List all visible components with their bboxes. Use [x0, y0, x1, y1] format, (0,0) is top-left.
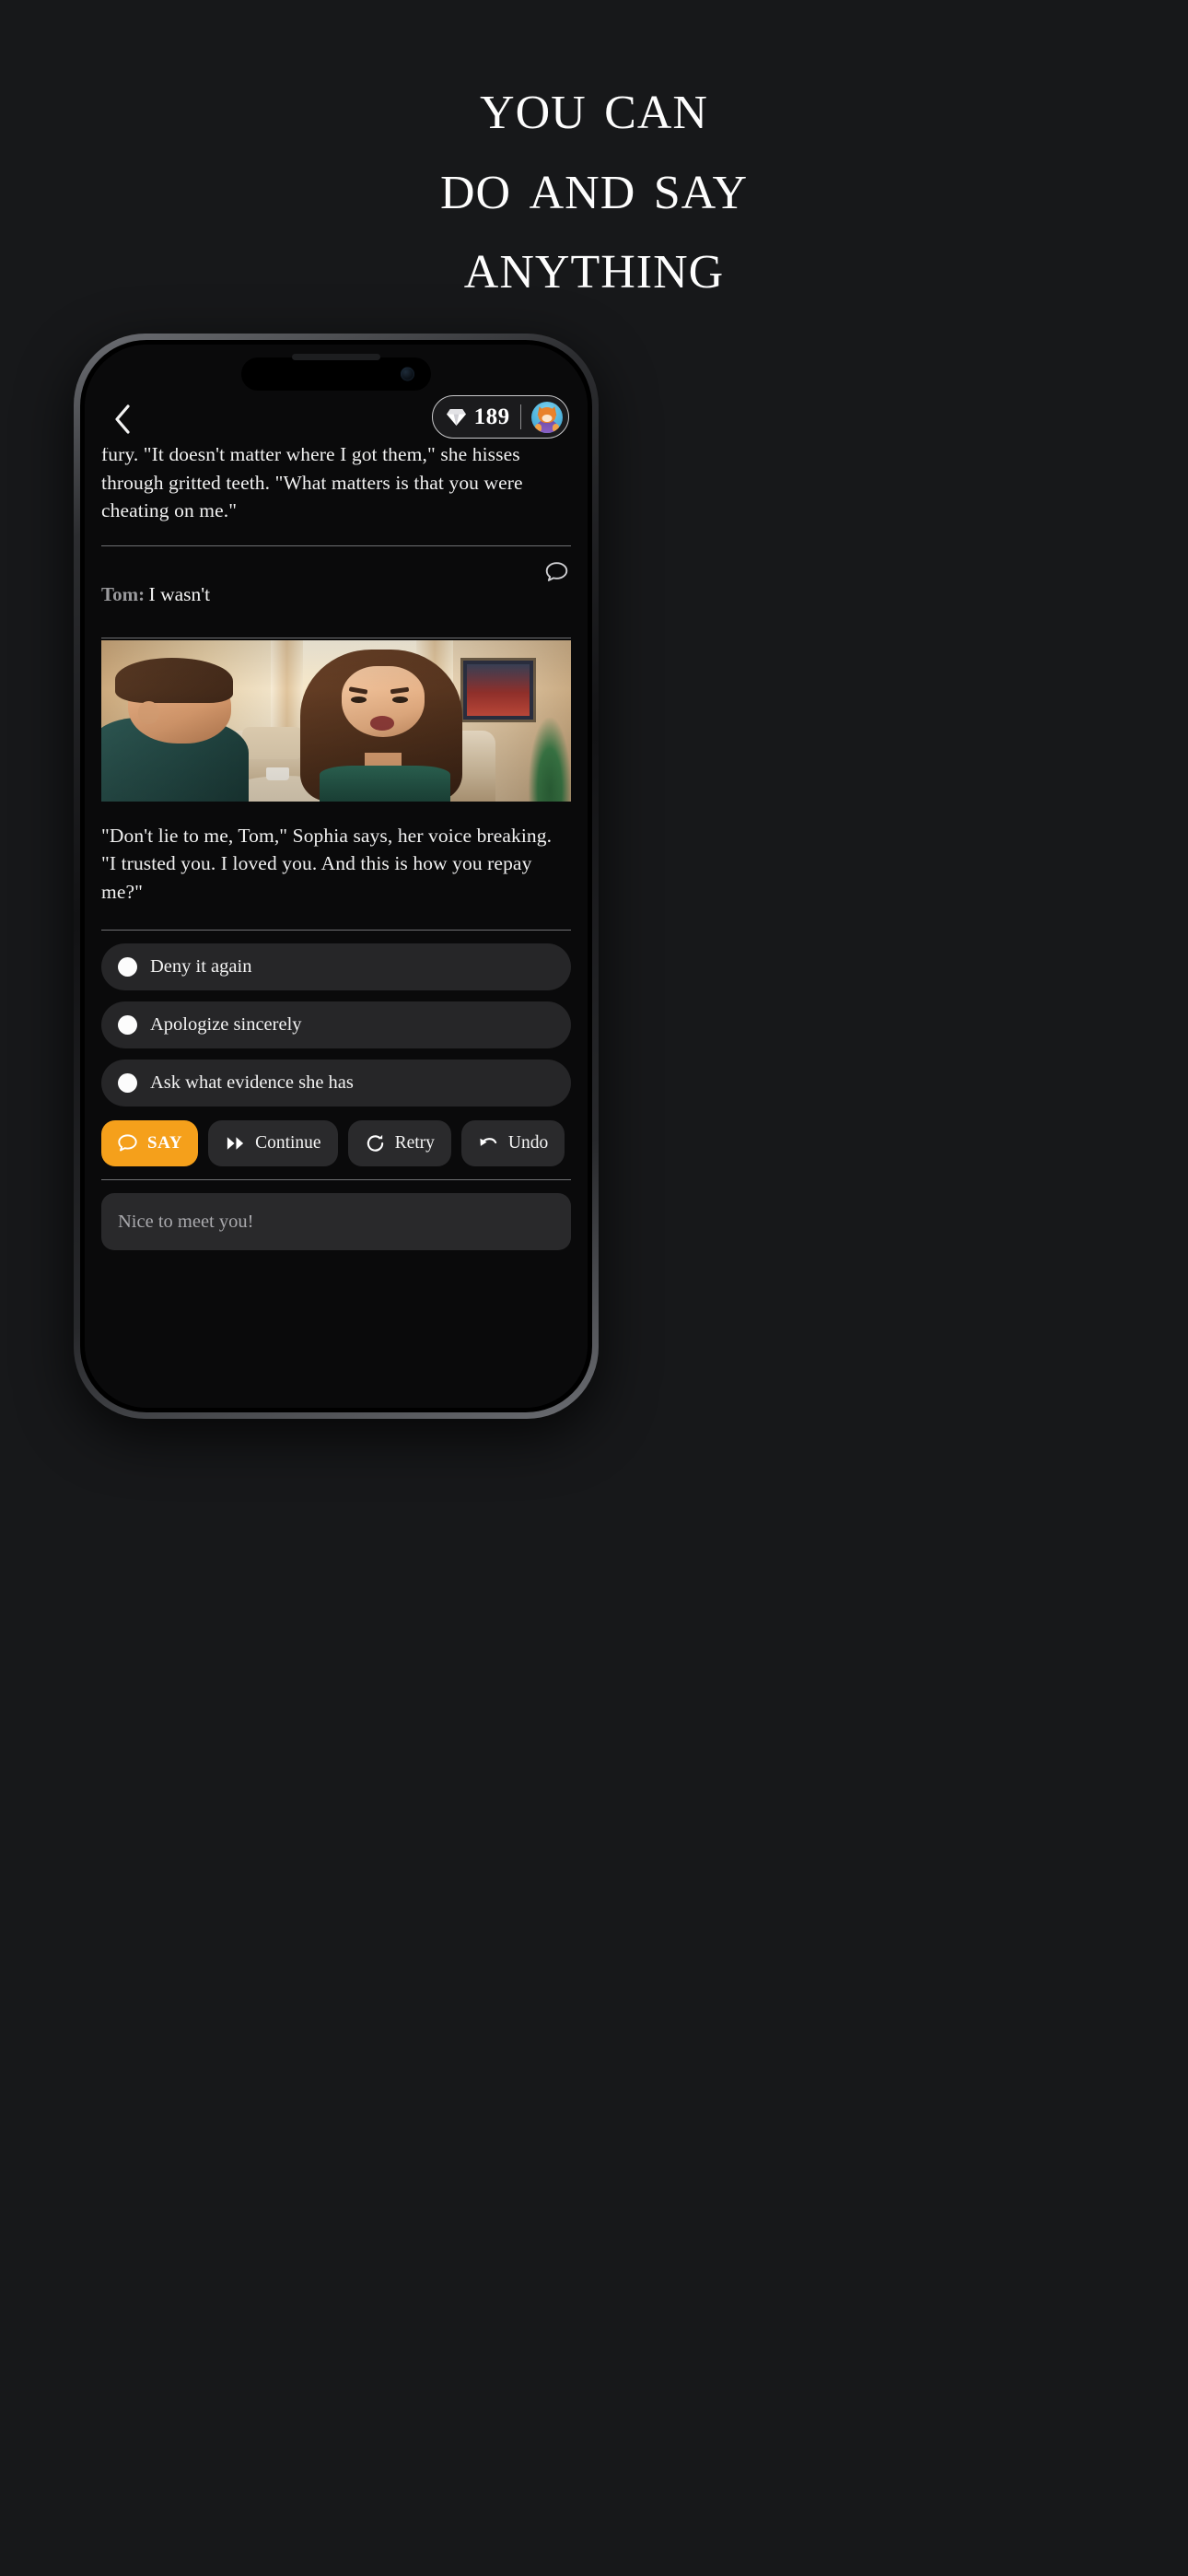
refresh-icon — [367, 1134, 383, 1152]
illustration-vignette — [101, 639, 571, 802]
say-button-label: SAY — [147, 1133, 183, 1153]
notch-island — [241, 357, 431, 391]
speech-bubble-icon — [118, 1134, 137, 1152]
choice-option-1[interactable]: Deny it again — [101, 943, 571, 991]
retry-button[interactable]: Retry — [347, 1120, 451, 1167]
headline-line-3: Anything — [463, 228, 725, 304]
pill-divider — [519, 404, 521, 429]
story-paragraph-after: "Don't lie to me, Tom," Sophia says, her… — [101, 824, 553, 903]
continue-button-label: Continue — [255, 1133, 321, 1153]
undo-button[interactable]: Undo — [460, 1120, 565, 1167]
choice-bullet-icon — [118, 957, 137, 978]
choice-label: Apologize sincerely — [150, 1014, 302, 1036]
avatar-muzzle — [542, 415, 553, 423]
continue-button[interactable]: Continue — [208, 1120, 338, 1167]
retry-button-label: Retry — [394, 1133, 435, 1153]
marketing-headline: You can Do and Say Anything — [0, 66, 1188, 306]
message-composer[interactable]: Nice to meet you! — [101, 1193, 571, 1251]
speech-bubble-icon[interactable] — [544, 561, 569, 584]
choice-label: Ask what evidence she has — [150, 1072, 354, 1094]
gem-balance-pill[interactable]: 189 — [431, 395, 569, 439]
avatar-paw-left — [535, 423, 542, 432]
choice-bullet-icon — [118, 1073, 137, 1094]
composer-divider — [101, 1179, 571, 1181]
earpiece-speaker — [292, 354, 380, 360]
turn-text: I wasn't — [148, 582, 211, 605]
back-button[interactable] — [103, 400, 142, 439]
story-scroll-area[interactable]: fury. "It doesn't matter where I got the… — [85, 448, 588, 1408]
avatar-paw-right — [553, 423, 559, 432]
front-camera-icon — [401, 367, 414, 381]
app-container: 189 fury. "It doesn't matter where I got… — [85, 345, 588, 1408]
choice-bullet-icon — [118, 1015, 137, 1036]
chevron-left-icon — [115, 404, 130, 434]
headline-line-2: Do and Say — [439, 147, 748, 224]
diamond-icon — [446, 408, 466, 426]
phone-mockup: 189 fury. "It doesn't matter where I got… — [74, 334, 599, 1419]
undo-arrow-icon — [480, 1138, 497, 1146]
choice-list: Deny it again Apologize sincerely Ask wh… — [101, 931, 571, 1107]
turn-speaker-name: Tom: — [101, 582, 146, 605]
composer-placeholder: Nice to meet you! — [118, 1211, 254, 1232]
story-paragraph-clipped: fury. "It doesn't matter where I got the… — [101, 448, 523, 522]
phone-bezel: 189 fury. "It doesn't matter where I got… — [80, 340, 592, 1412]
say-button[interactable]: SAY — [101, 1120, 199, 1167]
fast-forward-icon — [227, 1137, 244, 1150]
gem-count: 189 — [473, 404, 510, 429]
fox-avatar[interactable] — [531, 401, 563, 433]
phone-screen: 189 fury. "It doesn't matter where I got… — [85, 345, 588, 1408]
headline-line-1: You can — [480, 68, 708, 144]
choice-option-3[interactable]: Ask what evidence she has — [101, 1060, 571, 1107]
player-turn: Tom: I wasn't — [101, 546, 571, 638]
choice-option-2[interactable]: Apologize sincerely — [101, 1001, 571, 1049]
scene-illustration[interactable] — [101, 639, 571, 802]
choice-label: Deny it again — [150, 956, 252, 978]
undo-button-label: Undo — [507, 1133, 549, 1153]
action-button-row: SAY Continue Retry Undo — [101, 1107, 571, 1179]
